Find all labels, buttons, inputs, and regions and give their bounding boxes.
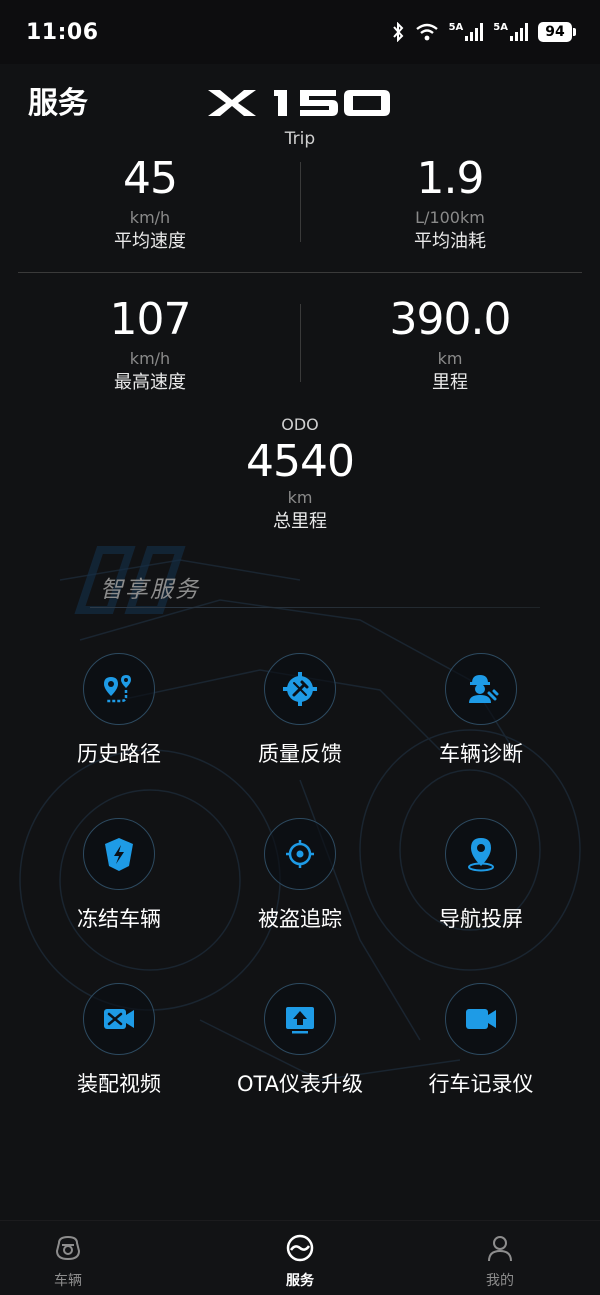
nav-tab-vehicle[interactable]: 车辆 bbox=[8, 1233, 128, 1289]
network-type-label: 5A bbox=[493, 22, 508, 33]
service-icon-circle bbox=[264, 653, 336, 725]
stat-value: 1.9 bbox=[416, 153, 485, 204]
service-route-history[interactable]: 历史路径 bbox=[19, 653, 219, 767]
nav-label: 车辆 bbox=[54, 1273, 82, 1289]
service-quality-feedback[interactable]: 质量反馈 bbox=[200, 653, 400, 767]
service-icon-circle bbox=[83, 818, 155, 890]
brand-logo bbox=[208, 90, 390, 116]
odo-label: 总里程 bbox=[273, 511, 327, 532]
stat-value: 390.0 bbox=[389, 294, 512, 345]
service-label: 行车记录仪 bbox=[428, 1072, 534, 1096]
service-icon bbox=[286, 1234, 314, 1262]
theft-tracking-icon bbox=[286, 840, 314, 868]
stat-label: 里程 bbox=[432, 372, 468, 393]
navigation-cast-icon bbox=[468, 838, 494, 872]
service-ota-upgrade[interactable]: OTA仪表升级 bbox=[200, 983, 400, 1097]
service-freeze-vehicle[interactable]: 冻结车辆 bbox=[19, 818, 219, 932]
service-icon-circle bbox=[83, 653, 155, 725]
nav-tab-service[interactable]: 服务 bbox=[240, 1233, 360, 1289]
odo-caption: ODO bbox=[281, 415, 319, 434]
service-label: 质量反馈 bbox=[258, 742, 342, 766]
stat-label: 平均油耗 bbox=[414, 231, 486, 252]
battery-level: 94 bbox=[545, 24, 565, 40]
service-icon-circle bbox=[445, 818, 517, 890]
service-assembly-video[interactable]: 装配视频 bbox=[19, 983, 219, 1097]
status-bar: 11:06 5A 5A 94 bbox=[0, 0, 600, 64]
service-label: 冻结车辆 bbox=[77, 907, 161, 931]
odo-value: 4540 bbox=[246, 436, 355, 487]
motorcycle-icon bbox=[55, 1235, 81, 1261]
stat-unit: L/100km bbox=[415, 208, 485, 227]
nav-tab-profile[interactable]: 我的 bbox=[440, 1233, 560, 1289]
odo-unit: km bbox=[287, 488, 313, 507]
nav-label: 服务 bbox=[286, 1273, 314, 1289]
stat-value: 45 bbox=[123, 153, 178, 204]
service-icon-circle bbox=[445, 983, 517, 1055]
ota-upgrade-icon bbox=[286, 1007, 314, 1034]
service-icon-circle bbox=[264, 983, 336, 1055]
service-navigation-cast[interactable]: 导航投屏 bbox=[381, 818, 581, 932]
service-icon-circle bbox=[83, 983, 155, 1055]
status-icons: 5A 5A 94 bbox=[391, 22, 576, 42]
stat-trip-distance: 390.0 km 里程 bbox=[300, 296, 600, 394]
stat-label: 平均速度 bbox=[114, 231, 186, 252]
service-label: OTA仪表升级 bbox=[236, 1072, 364, 1096]
service-label: 车辆诊断 bbox=[439, 742, 523, 766]
trip-label: Trip bbox=[284, 129, 316, 149]
stat-divider bbox=[300, 162, 301, 242]
stat-value: 107 bbox=[109, 294, 192, 345]
nav-label: 我的 bbox=[486, 1273, 514, 1289]
stat-max-speed: 107 km/h 最高速度 bbox=[0, 296, 300, 394]
stat-average-speed: 45 km/h 平均速度 bbox=[0, 155, 300, 253]
signal-icon: 5A bbox=[493, 23, 528, 41]
service-icon-circle bbox=[445, 653, 517, 725]
service-icon-circle bbox=[264, 818, 336, 890]
service-vehicle-diagnosis[interactable]: 车辆诊断 bbox=[381, 653, 581, 767]
service-label: 历史路径 bbox=[77, 742, 161, 766]
stat-label: 最高速度 bbox=[114, 372, 186, 393]
battery-icon: 94 bbox=[538, 22, 576, 42]
route-history-icon bbox=[104, 675, 131, 703]
network-type-label: 5A bbox=[448, 22, 464, 33]
status-time: 11:06 bbox=[26, 20, 99, 45]
services-section-title: 智享服务 bbox=[100, 577, 200, 603]
service-label: 导航投屏 bbox=[439, 907, 523, 931]
profile-icon bbox=[488, 1236, 512, 1262]
freeze-vehicle-icon bbox=[105, 838, 133, 871]
wifi-icon bbox=[415, 23, 438, 41]
quality-feedback-icon bbox=[283, 672, 317, 706]
service-theft-tracking[interactable]: 被盗追踪 bbox=[200, 818, 400, 932]
page-title: 服务 bbox=[28, 86, 88, 121]
vehicle-diagnosis-icon bbox=[469, 675, 499, 703]
section-divider bbox=[90, 607, 540, 608]
service-label: 被盗追踪 bbox=[258, 907, 342, 931]
bluetooth-icon bbox=[392, 22, 403, 42]
dashcam-icon bbox=[466, 1009, 496, 1029]
stat-unit: km/h bbox=[129, 349, 171, 368]
stat-unit: km/h bbox=[129, 208, 171, 227]
stats-divider bbox=[18, 272, 582, 273]
odometer: ODO 4540 km 总里程 bbox=[150, 415, 450, 533]
bottom-nav: 车辆 服务 我的 bbox=[0, 1220, 600, 1295]
service-label: 装配视频 bbox=[77, 1072, 161, 1096]
assembly-video-icon bbox=[104, 1009, 134, 1029]
signal-icon: 5A bbox=[449, 23, 484, 41]
stat-average-fuel: 1.9 L/100km 平均油耗 bbox=[300, 155, 600, 253]
stat-divider bbox=[300, 304, 301, 382]
stat-unit: km bbox=[437, 349, 463, 368]
service-dashcam[interactable]: 行车记录仪 bbox=[381, 983, 581, 1097]
